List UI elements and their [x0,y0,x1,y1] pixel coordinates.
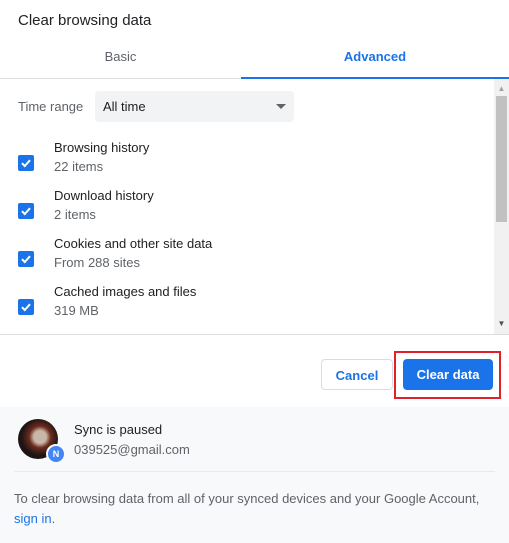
browsing-history-checkbox[interactable] [18,155,34,171]
options-scroll-area: Time range All time Browsing history 22 … [0,79,509,334]
checkmark-icon [21,303,31,312]
option-browsing-history[interactable]: Browsing history 22 items [0,139,490,183]
time-range-value: All time [103,99,146,114]
clear-data-button[interactable]: Clear data [403,359,493,390]
checkmark-icon [21,255,31,264]
time-range-select[interactable]: All time [95,91,294,122]
sync-paused-icon: N [46,444,66,464]
scroll-down-icon[interactable]: ▼ [494,317,509,331]
sign-in-link[interactable]: sign in [14,511,52,526]
dialog-title: Clear browsing data [18,12,152,29]
option-detail: 319 MB [54,303,99,318]
sync-note-suffix: . [51,511,56,526]
scrollbar-thumb[interactable] [496,96,507,222]
option-label: Cookies and other site data [54,236,213,251]
option-download-history[interactable]: Download history 2 items [0,187,490,231]
sync-section: N Sync is paused 039525@gmail.com To cle… [0,407,509,543]
tab-basic[interactable]: Basic [0,42,241,78]
account-email: 039525@gmail.com [74,442,190,457]
dropdown-arrow-icon [276,104,286,109]
cached-images-checkbox[interactable] [18,299,34,315]
divider [0,334,509,335]
scrollbar[interactable]: ▲ ▼ [494,79,509,334]
time-range-label: Time range [18,99,84,114]
sync-status: Sync is paused [74,422,163,437]
scroll-up-icon[interactable]: ▲ [494,82,509,96]
sync-note-text: To clear browsing data from all of your … [14,491,480,506]
divider [14,471,495,472]
option-detail: 22 items [54,159,104,174]
option-label: Browsing history [54,140,150,155]
option-detail: From 288 sites [54,255,140,270]
checkmark-icon [21,159,31,168]
checkmark-icon [21,207,31,216]
option-label: Download history [54,188,154,203]
sync-note: To clear browsing data from all of your … [14,489,504,529]
option-detail: 2 items [54,207,96,222]
download-history-checkbox[interactable] [18,203,34,219]
option-label: Cached images and files [54,284,197,299]
tab-advanced[interactable]: Advanced [241,42,509,79]
option-cookies[interactable]: Cookies and other site data From 288 sit… [0,235,490,279]
tab-bar: Basic Advanced [0,42,509,79]
cancel-button[interactable]: Cancel [321,359,393,390]
option-cached-images[interactable]: Cached images and files 319 MB [0,283,490,327]
cookies-checkbox[interactable] [18,251,34,267]
